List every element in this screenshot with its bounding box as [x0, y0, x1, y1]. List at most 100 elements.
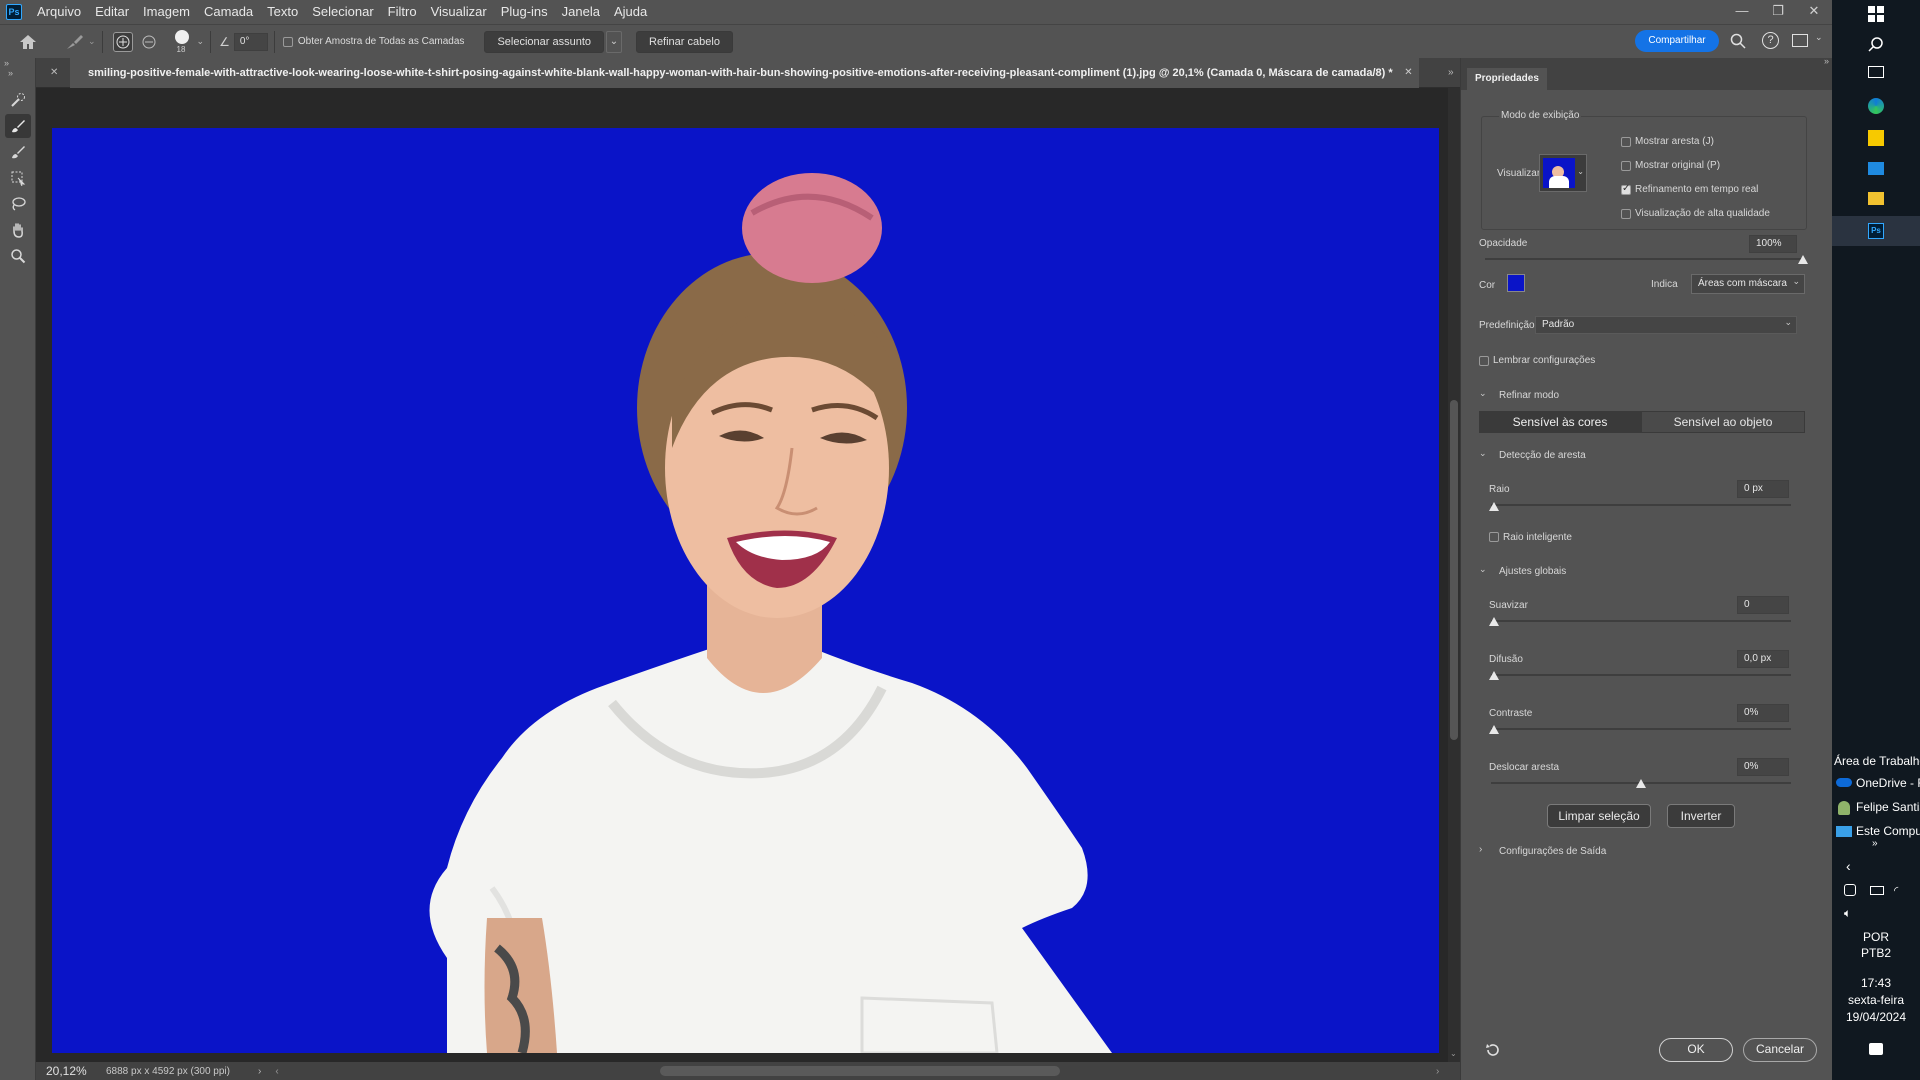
- smart-radius-checkbox[interactable]: [1489, 532, 1499, 542]
- output-settings-title[interactable]: Configurações de Saída: [1499, 846, 1606, 857]
- wifi-icon[interactable]: ◜: [1894, 884, 1898, 897]
- search-icon[interactable]: [1730, 33, 1746, 52]
- menu-editar[interactable]: Editar: [88, 0, 136, 24]
- radius-field[interactable]: 0 px: [1737, 480, 1789, 498]
- hscroll-left-icon[interactable]: ‹: [275, 1066, 278, 1077]
- sticky-notes-icon[interactable]: [1868, 130, 1884, 146]
- opacity-field[interactable]: 100%: [1749, 235, 1797, 253]
- show-original-checkbox[interactable]: [1621, 161, 1631, 171]
- menu-texto[interactable]: Texto: [260, 0, 305, 24]
- edge-detection-chevron-icon[interactable]: ⌄: [1479, 448, 1487, 459]
- menu-janela[interactable]: Janela: [555, 0, 607, 24]
- mode-object-aware-button[interactable]: Sensível ao objeto: [1641, 411, 1805, 433]
- share-button[interactable]: Compartilhar: [1635, 30, 1719, 52]
- status-menu-chevron-icon[interactable]: ›: [258, 1066, 261, 1077]
- previous-tab-close-icon[interactable]: ✕: [50, 58, 58, 88]
- select-subject-button[interactable]: Selecionar assunto: [484, 30, 604, 53]
- menu-imagem[interactable]: Imagem: [136, 0, 197, 24]
- reset-icon[interactable]: [1485, 1042, 1501, 1061]
- photoshop-taskbar-button[interactable]: Ps: [1832, 216, 1920, 246]
- quick-selection-tool-icon[interactable]: [5, 88, 31, 112]
- document-tab-close-icon[interactable]: ✕: [1404, 58, 1412, 88]
- battery-icon[interactable]: [1870, 886, 1884, 895]
- this-pc-link[interactable]: Este Compu: [1856, 824, 1920, 838]
- canvas-area[interactable]: [36, 88, 1448, 1062]
- shift-edge-field[interactable]: 0%: [1737, 758, 1789, 776]
- restore-icon[interactable]: ❐: [1760, 0, 1796, 24]
- preset-dropdown[interactable]: Padrão ⌄: [1535, 316, 1797, 334]
- mode-color-aware-button[interactable]: Sensível às cores: [1479, 411, 1641, 433]
- refine-edge-brush-tool-icon[interactable]: [5, 114, 31, 138]
- panel-collapse-icon[interactable]: »: [1824, 56, 1829, 66]
- sample-all-layers-checkbox[interactable]: [282, 36, 293, 47]
- hand-tool-icon[interactable]: [5, 218, 31, 242]
- more-items-chevron-icon[interactable]: »: [1872, 838, 1878, 849]
- cancel-button[interactable]: Cancelar: [1743, 1038, 1817, 1062]
- opacity-slider-thumb[interactable]: [1798, 255, 1808, 264]
- clock-time[interactable]: 17:43: [1832, 976, 1920, 990]
- vertical-scrollbar[interactable]: ⌄: [1448, 88, 1460, 1062]
- zoom-level[interactable]: 20,12%: [36, 1064, 87, 1078]
- scroll-down-icon[interactable]: ⌄: [1450, 1049, 1457, 1058]
- ok-button[interactable]: OK: [1659, 1038, 1733, 1062]
- contrast-slider-thumb[interactable]: [1489, 725, 1499, 734]
- meet-now-icon[interactable]: [1844, 884, 1856, 896]
- properties-tab[interactable]: Propriedades: [1467, 68, 1547, 90]
- angle-field[interactable]: 0°: [233, 32, 268, 51]
- menu-arquivo[interactable]: Arquivo: [30, 0, 88, 24]
- menu-visualizar[interactable]: Visualizar: [424, 0, 494, 24]
- volume-icon[interactable]: 🔈︎: [1844, 906, 1851, 921]
- brush-picker-chevron-icon[interactable]: ⌄: [197, 36, 205, 47]
- windows-start-icon[interactable]: [1868, 6, 1884, 25]
- contrast-slider-track[interactable]: [1491, 728, 1791, 730]
- document-tab[interactable]: smiling-positive-female-with-attractive-…: [70, 58, 1419, 88]
- user-folder-link[interactable]: Felipe Santia: [1856, 800, 1920, 814]
- panel-collapse-icon[interactable]: »: [0, 58, 35, 70]
- brush-size-picker[interactable]: 18: [167, 27, 197, 57]
- image-canvas[interactable]: [52, 128, 1439, 1053]
- edge-browser-icon[interactable]: [1868, 98, 1884, 114]
- smooth-field[interactable]: 0: [1737, 596, 1789, 614]
- hscroll-right-icon[interactable]: ›: [1436, 1066, 1439, 1077]
- tab-scroll-icon[interactable]: »: [8, 58, 13, 88]
- subtract-from-selection-icon[interactable]: [139, 32, 159, 52]
- keyboard-layout[interactable]: PTB2: [1832, 946, 1920, 960]
- clear-selection-button[interactable]: Limpar seleção: [1547, 804, 1651, 828]
- global-adjustments-chevron-icon[interactable]: ⌄: [1479, 564, 1487, 575]
- horizontal-scroll-thumb[interactable]: [660, 1066, 1060, 1076]
- home-icon[interactable]: [18, 32, 38, 52]
- menu-camada[interactable]: Camada: [197, 0, 260, 24]
- indicates-dropdown[interactable]: Áreas com máscara ⌄: [1691, 274, 1805, 294]
- help-icon[interactable]: ?: [1762, 32, 1779, 49]
- smooth-slider-track[interactable]: [1491, 620, 1791, 622]
- opacity-slider-track[interactable]: [1485, 258, 1803, 260]
- brush-tool-icon[interactable]: [5, 140, 31, 164]
- radius-slider-track[interactable]: [1491, 504, 1791, 506]
- vertical-scroll-thumb[interactable]: [1450, 400, 1458, 740]
- feather-field[interactable]: 0,0 px: [1737, 650, 1789, 668]
- radius-slider-thumb[interactable]: [1489, 502, 1499, 511]
- tool-preset-chevron-icon[interactable]: ⌄: [88, 36, 96, 47]
- minimize-icon[interactable]: —: [1724, 0, 1760, 24]
- contrast-field[interactable]: 0%: [1737, 704, 1789, 722]
- refine-mode-chevron-icon[interactable]: ⌄: [1479, 388, 1487, 399]
- clock-date[interactable]: 19/04/2024: [1832, 1010, 1920, 1024]
- realtime-refine-checkbox[interactable]: [1621, 183, 1631, 195]
- menu-ajuda[interactable]: Ajuda: [607, 0, 654, 24]
- lasso-tool-icon[interactable]: [5, 192, 31, 216]
- overlay-color-swatch[interactable]: [1507, 274, 1525, 292]
- high-quality-checkbox[interactable]: [1621, 209, 1631, 219]
- file-explorer-icon[interactable]: [1868, 192, 1884, 205]
- refine-brush-tool-icon[interactable]: [64, 32, 86, 52]
- clock-day[interactable]: sexta-feira: [1832, 993, 1920, 1007]
- workspace-chevron-icon[interactable]: ⌄: [1815, 32, 1823, 43]
- remember-settings-checkbox[interactable]: [1479, 356, 1489, 366]
- view-thumbnail-dropdown[interactable]: ⌄: [1539, 154, 1587, 192]
- mail-icon[interactable]: [1868, 162, 1884, 175]
- notifications-icon[interactable]: [1869, 1043, 1883, 1055]
- zoom-tool-icon[interactable]: [5, 244, 31, 268]
- toolbar-back-icon[interactable]: ‹: [1846, 858, 1851, 874]
- input-language[interactable]: POR: [1832, 930, 1920, 944]
- onedrive-link[interactable]: OneDrive - F: [1856, 776, 1920, 790]
- workspace-icon[interactable]: [1792, 34, 1808, 47]
